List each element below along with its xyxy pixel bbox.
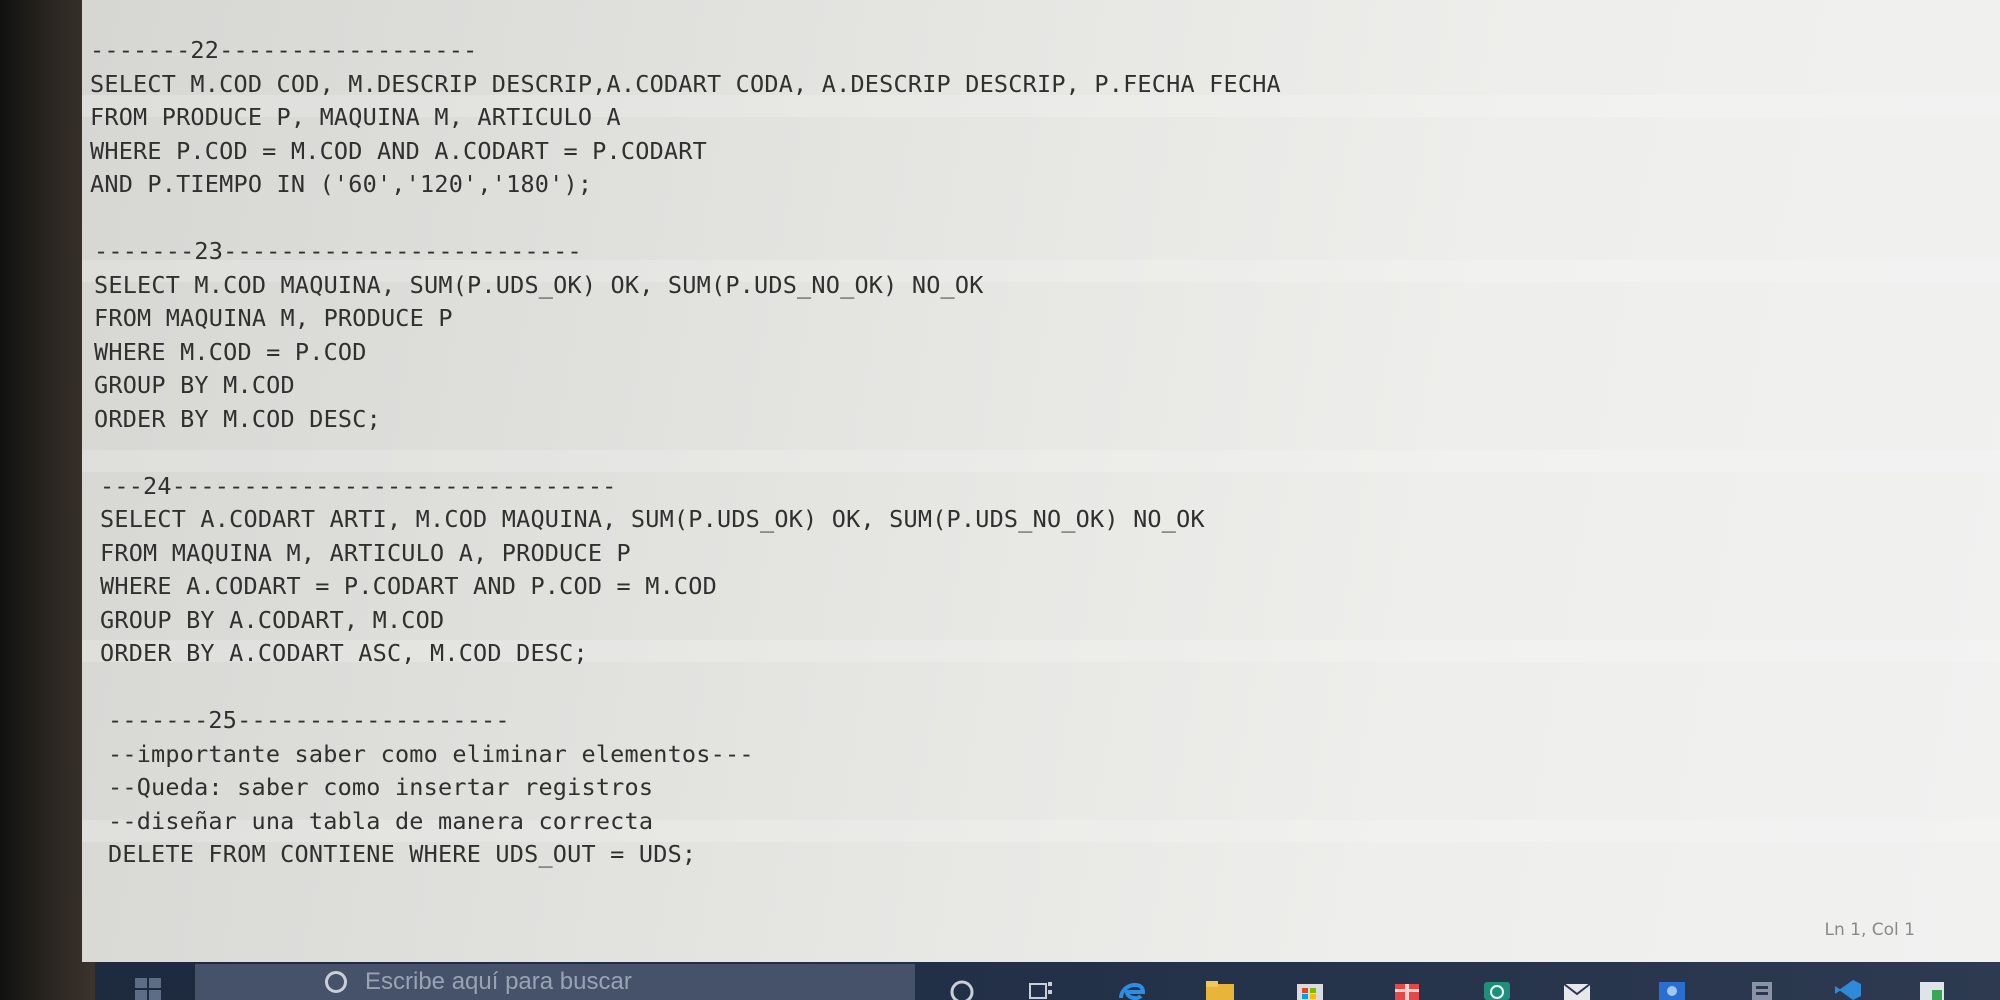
sql-block-25: -------25------------------- --important… (108, 704, 1590, 872)
code-line: ORDER BY M.COD DESC; (94, 404, 381, 433)
task-view-icon[interactable] (1025, 978, 1059, 1000)
app-icon[interactable] (1745, 978, 1779, 1000)
windows-start-icon[interactable] (135, 978, 161, 1000)
code-line: SELECT M.COD COD, M.DESCRIP DESCRIP,A.CO… (90, 69, 1281, 98)
taskbar-search-box[interactable] (195, 964, 915, 1000)
code-line: DELETE FROM CONTIENE WHERE UDS_OUT = UDS… (108, 840, 697, 868)
code-line: WHERE A.CODART = P.CODART AND P.COD = M.… (100, 572, 717, 600)
code-line: -------25------------------- (108, 706, 510, 734)
file-explorer-icon[interactable] (1203, 978, 1237, 1000)
notepad-window: -------22------------------ SELECT M.COD… (82, 0, 2000, 962)
sql-block-24: ---24------------------------------- SEL… (100, 470, 1590, 671)
vscode-icon[interactable] (1830, 978, 1864, 1000)
code-line: ORDER BY A.CODART ASC, M.COD DESC; (100, 639, 588, 667)
search-input[interactable] (363, 967, 787, 997)
store-icon[interactable] (1293, 978, 1327, 1000)
code-line: FROM PRODUCE P, MAQUINA M, ARTICULO A (90, 103, 621, 131)
code-line: -------22------------------ (90, 36, 478, 64)
windows-taskbar (95, 962, 2000, 1000)
app-icon[interactable] (1915, 978, 1949, 1000)
text-editor-area[interactable]: -------22------------------ SELECT M.COD… (90, 34, 1590, 872)
code-line: ---24------------------------------- (100, 471, 617, 500)
comment-line: --Queda: saber como insertar registros (108, 773, 654, 801)
code-line: FROM MAQUINA M, PRODUCE P (94, 304, 453, 332)
photo-frame (0, 0, 95, 1000)
sql-block-22: -------22------------------ SELECT M.COD… (90, 34, 1590, 202)
code-line: GROUP BY A.CODART, M.COD (100, 605, 445, 634)
mail-icon[interactable] (1560, 978, 1594, 1000)
comment-line: --importante saber como eliminar element… (108, 739, 754, 768)
cursor-position-status: Ln 1, Col 1 (1824, 920, 1916, 940)
sql-block-23: -------23------------------------- SELEC… (94, 235, 1590, 436)
search-icon (325, 971, 347, 993)
code-line: -------23------------------------- (94, 237, 582, 265)
edge-icon[interactable] (1115, 978, 1149, 1000)
code-line: GROUP BY M.COD (94, 371, 295, 399)
app-icon[interactable] (1995, 978, 2000, 1000)
code-line: AND P.TIEMPO IN ('60','120','180'); (90, 170, 593, 198)
gift-icon[interactable] (1390, 978, 1424, 1000)
code-line: FROM MAQUINA M, ARTICULO A, PRODUCE P (100, 538, 631, 567)
whatsapp-icon[interactable] (1480, 978, 1514, 1000)
app-icon[interactable] (1655, 978, 1689, 1000)
code-line: WHERE P.COD = M.COD AND A.CODART = P.COD… (90, 136, 707, 165)
code-line: SELECT M.COD MAQUINA, SUM(P.UDS_OK) OK, … (94, 270, 984, 299)
code-line: WHERE M.COD = P.COD (94, 337, 367, 366)
cortana-icon[interactable] (945, 978, 979, 1000)
comment-line: --diseñar una tabla de manera correcta (108, 806, 654, 835)
code-line: SELECT A.CODART ARTI, M.COD MAQUINA, SUM… (100, 505, 1205, 533)
